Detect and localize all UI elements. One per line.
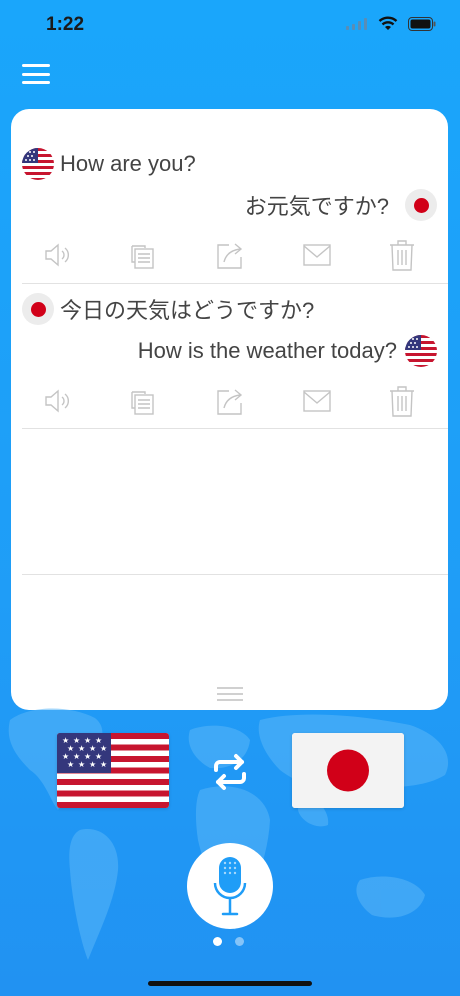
microphone-button[interactable] <box>187 843 273 929</box>
japan-flag-icon <box>405 189 437 221</box>
conversation-card: How are you? お元気ですか? 今日の天気はどうですか? How is… <box>11 109 448 710</box>
menu-line <box>22 64 50 67</box>
entry-actions <box>11 385 448 425</box>
empty-row-divider <box>22 574 448 575</box>
share-icon[interactable] <box>214 385 246 417</box>
svg-text:★: ★ <box>78 760 85 769</box>
copy-icon[interactable] <box>127 385 159 417</box>
mail-icon[interactable] <box>301 239 333 271</box>
source-text: 今日の天気はどうですか? <box>60 298 315 323</box>
mail-icon[interactable] <box>301 385 333 417</box>
status-bar: 1:22 <box>0 0 460 50</box>
menu-line <box>22 81 50 84</box>
swap-icon <box>214 754 246 790</box>
status-time: 1:22 <box>46 14 85 35</box>
us-flag-icon <box>22 148 54 180</box>
entry-divider <box>22 428 448 429</box>
us-flag-icon <box>405 335 437 367</box>
page-dot[interactable] <box>235 937 244 946</box>
target-text: How is the weather today? <box>137 338 397 363</box>
japan-flag-icon <box>22 293 54 325</box>
source-language-button[interactable]: ★ ★ ★ ★ ★ ★ ★ ★ ★ ★ ★ ★ ★ ★ ★ ★ <box>57 733 169 808</box>
trash-icon[interactable] <box>386 385 418 417</box>
svg-text:★: ★ <box>89 760 96 769</box>
source-line: How are you? <box>22 148 196 180</box>
status-icons <box>346 16 436 31</box>
menu-button[interactable] <box>22 62 50 86</box>
speaker-icon[interactable] <box>42 239 74 271</box>
swap-languages-button[interactable] <box>208 752 252 792</box>
target-line: お元気ですか? <box>245 189 437 221</box>
drag-handle[interactable] <box>217 687 243 701</box>
target-language-button[interactable] <box>292 733 404 808</box>
signal-icon <box>346 17 367 30</box>
target-line: How is the weather today? <box>138 335 437 367</box>
share-icon[interactable] <box>214 239 246 271</box>
japan-flag-icon <box>292 733 404 808</box>
source-text: How are you? <box>60 151 196 176</box>
target-text: お元気ですか? <box>244 194 389 219</box>
svg-text:★: ★ <box>100 760 107 769</box>
source-line: 今日の天気はどうですか? <box>22 293 314 325</box>
page-dot-active[interactable] <box>213 937 222 946</box>
us-flag-icon: ★ ★ ★ ★ ★ ★ ★ ★ ★ ★ ★ ★ ★ ★ ★ ★ <box>57 733 169 808</box>
trash-icon[interactable] <box>386 239 418 271</box>
page-indicator <box>213 937 244 946</box>
entry-divider <box>22 283 448 284</box>
microphone-icon <box>213 857 247 916</box>
entry-actions <box>11 239 448 279</box>
speaker-icon[interactable] <box>42 385 74 417</box>
menu-line <box>22 72 50 76</box>
wifi-icon <box>378 16 398 30</box>
svg-text:★: ★ <box>67 760 74 769</box>
battery-icon <box>408 16 436 31</box>
home-indicator[interactable] <box>148 981 312 986</box>
copy-icon[interactable] <box>127 239 159 271</box>
